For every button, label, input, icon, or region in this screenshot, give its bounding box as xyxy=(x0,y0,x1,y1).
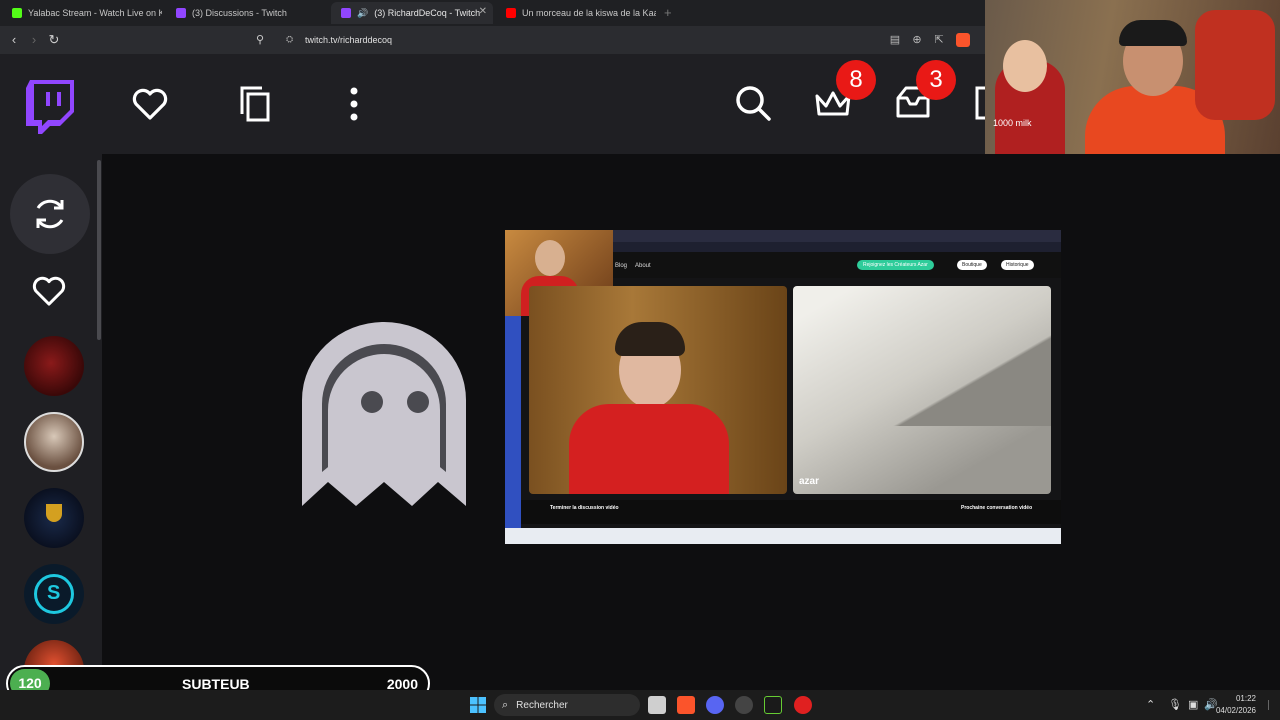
channel-avatar[interactable]: S xyxy=(24,564,84,624)
tab-title: (3) Discussions - Twitch xyxy=(192,8,287,18)
nav-about[interactable]: About xyxy=(635,263,651,269)
twitch-favicon-icon xyxy=(341,8,351,18)
tab-richarddecoq[interactable]: 🔊 (3) RichardDeCoq - Twitch ✕ xyxy=(331,2,493,24)
letter-s-icon: S xyxy=(47,582,61,604)
sidebar-scrollbar[interactable] xyxy=(97,160,101,340)
followed-heart-icon[interactable] xyxy=(32,276,66,306)
partner-shirt xyxy=(569,404,729,494)
video-player[interactable]: Blog About Rejoignez les Créateurs Azar … xyxy=(505,230,1061,544)
self-video-tile: azar xyxy=(793,286,1051,494)
windows-taskbar: ⌕ Rechercher ⌃ 🎙 ▣ 🔊 01:22 04/02/2026 xyxy=(0,690,1280,720)
windows-start-icon[interactable] xyxy=(470,697,486,713)
followed-channels-sidebar: S xyxy=(0,154,102,690)
screen: Yalabac Stream - Watch Live on Kick (3) … xyxy=(0,0,1280,720)
partner-hair xyxy=(615,322,685,356)
steam-app-icon[interactable] xyxy=(735,696,753,714)
kick-favicon-icon xyxy=(12,8,22,18)
wall-shadow xyxy=(793,286,1051,426)
reload-icon[interactable]: ↻ xyxy=(46,32,62,48)
browse-icon[interactable] xyxy=(238,86,272,122)
twitch-favicon-icon xyxy=(176,8,186,18)
end-chat-label[interactable]: Terminer la discussion vidéo xyxy=(550,505,619,511)
cap-icon xyxy=(1119,20,1187,46)
next-chat-label[interactable]: Prochaine conversation vidéo xyxy=(961,505,1032,511)
notifications-badge: 8 xyxy=(836,60,876,100)
azar-sidebar xyxy=(505,316,521,528)
taskbar-search[interactable]: ⌕ Rechercher xyxy=(494,694,640,716)
following-heart-icon[interactable] xyxy=(132,88,168,120)
tray-chevron-icon[interactable]: ⌃ xyxy=(1146,698,1155,711)
new-tab-button[interactable]: + xyxy=(664,5,672,20)
inner-toolbar xyxy=(613,242,1061,252)
history-button[interactable]: Historique xyxy=(1001,260,1034,270)
back-icon[interactable]: ‹ xyxy=(6,32,22,48)
azar-controls: Terminer la discussion vidéo Prochaine c… xyxy=(521,500,1061,524)
forward-icon[interactable]: › xyxy=(26,32,42,48)
search-icon[interactable] xyxy=(734,84,772,122)
azar-brand: azar xyxy=(799,476,820,487)
recorder-app-icon[interactable] xyxy=(794,696,812,714)
tab-title: Yalabac Stream - Watch Live on Kick xyxy=(28,8,162,18)
discord-app-icon[interactable] xyxy=(706,696,724,714)
media-app-icon[interactable] xyxy=(764,696,782,714)
brave-app-icon[interactable] xyxy=(677,696,695,714)
show-desktop-button[interactable] xyxy=(1268,700,1276,710)
clock-date: 04/02/2026 xyxy=(1215,706,1256,715)
channel-avatar[interactable] xyxy=(24,336,84,396)
search-icon: ⌕ xyxy=(502,698,509,711)
tab-youtube[interactable]: Un morceau de la kiswa de la Kaaba xyxy=(496,2,656,24)
tab-title: (3) RichardDeCoq - Twitch xyxy=(374,8,481,18)
whispers-icon[interactable] xyxy=(975,86,985,122)
join-creators-button[interactable]: Rejoignez les Créateurs Azar xyxy=(857,260,934,270)
shield-crest-icon xyxy=(46,504,62,522)
partner-video-tile xyxy=(529,286,787,494)
microphone-icon[interactable]: 🎙 xyxy=(1168,698,1182,711)
twitch-logo-icon[interactable] xyxy=(26,80,74,134)
reader-icon[interactable]: ▤ xyxy=(888,33,902,47)
inbox-badge: 3 xyxy=(916,60,956,100)
clock-time: 01:22 xyxy=(1235,694,1256,703)
speaker-icon: 🔊 xyxy=(357,7,369,18)
shop-button[interactable]: Boutique xyxy=(957,260,987,270)
share-icon[interactable]: ⇱ xyxy=(932,33,946,47)
brave-shield-icon[interactable] xyxy=(956,33,970,47)
tab-kick[interactable]: Yalabac Stream - Watch Live on Kick xyxy=(2,2,162,24)
task-view-icon[interactable] xyxy=(648,696,666,714)
zoom-icon[interactable]: ⊕ xyxy=(910,33,924,47)
channel-avatar[interactable] xyxy=(24,412,84,472)
address-bar[interactable]: ⚲ ⛭ twitch.tv/richarddecoq xyxy=(252,29,978,51)
refresh-icon xyxy=(36,199,64,229)
offline-ghost-icon xyxy=(302,322,466,506)
taskbar-clock[interactable]: 01:22 04/02/2026 xyxy=(1216,693,1256,717)
bookmark-icon[interactable]: ⚲ xyxy=(256,33,264,46)
channel-avatar[interactable] xyxy=(24,488,84,548)
network-icon[interactable]: ▣ xyxy=(1188,698,1198,711)
inner-tabstrip xyxy=(613,230,1061,242)
left-person-face xyxy=(1003,40,1047,92)
streamer-face xyxy=(535,240,565,276)
close-tab-icon[interactable]: ✕ xyxy=(479,6,487,17)
nav-blog[interactable]: Blog xyxy=(615,263,627,269)
youtube-favicon-icon xyxy=(506,8,516,18)
shirt-text: 1000 milk xyxy=(993,118,1032,128)
tab-title: Un morceau de la kiswa de la Kaaba xyxy=(522,8,656,18)
poster xyxy=(1195,10,1275,120)
azar-header: Blog About Rejoignez les Créateurs Azar … xyxy=(613,252,1061,278)
site-info-icon[interactable]: ⛭ xyxy=(286,34,293,45)
tab-discussions[interactable]: (3) Discussions - Twitch xyxy=(166,2,326,24)
url-text: twitch.tv/richarddecoq xyxy=(305,35,393,45)
taskbar-search-placeholder: Rechercher xyxy=(516,699,568,711)
inner-taskbar xyxy=(505,528,1061,544)
more-options-icon[interactable] xyxy=(348,86,360,122)
streamer-cam-overlay: 1000 milk xyxy=(985,0,1280,154)
